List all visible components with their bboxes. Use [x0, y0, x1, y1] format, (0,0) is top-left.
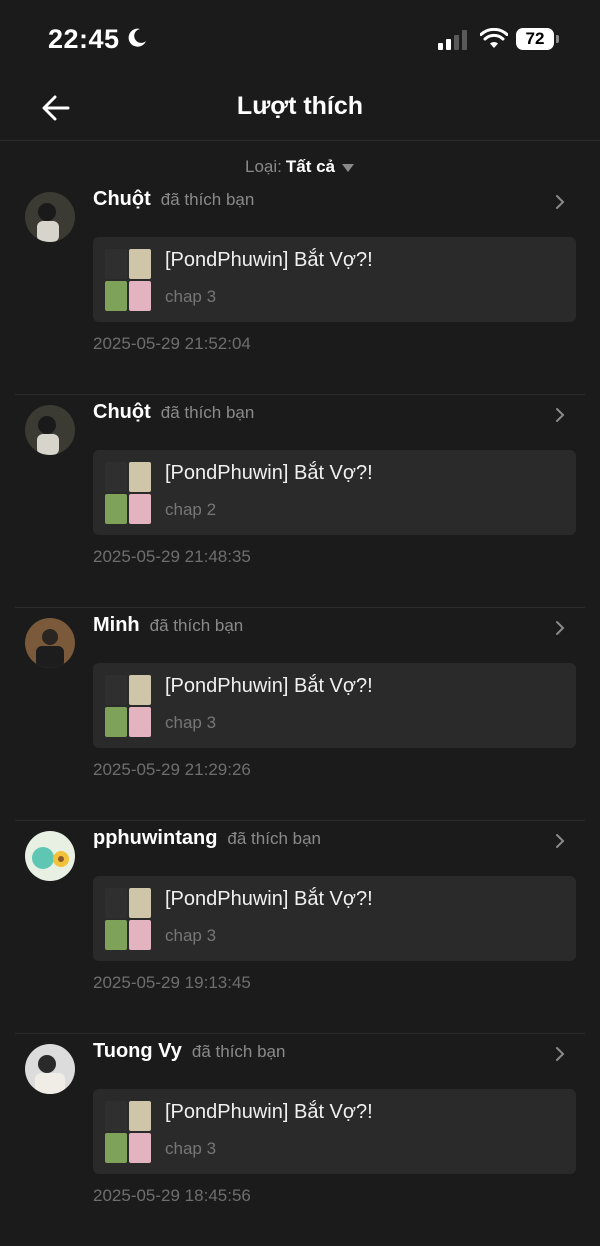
- chevron-right-icon[interactable]: [555, 1046, 565, 1067]
- cellular-signal-icon: [438, 30, 470, 50]
- likes-list: Chuột đã thích bạn [PondPhuwin] Bắt Vợ?! …: [0, 182, 600, 1246]
- wifi-icon: [479, 27, 509, 55]
- chevron-right-icon[interactable]: [555, 194, 565, 215]
- filter-selector[interactable]: Loại: Tất cả: [0, 157, 600, 178]
- story-title: [PondPhuwin] Bắt Vợ?!: [165, 675, 373, 697]
- user-name-row: Chuột đã thích bạn: [93, 188, 254, 211]
- timestamp: 2025-05-29 19:13:45: [93, 973, 251, 992]
- chapter-label: chap 3: [165, 287, 217, 306]
- action-text: đã thích bạn: [149, 616, 244, 635]
- timestamp: 2025-05-29 21:52:04: [93, 334, 251, 353]
- chevron-right-icon[interactable]: [555, 833, 565, 854]
- chapter-label: chap 3: [165, 1139, 217, 1158]
- action-text: đã thích bạn: [191, 1042, 286, 1061]
- user-name-row: Chuột đã thích bạn: [93, 401, 254, 424]
- user-name[interactable]: pphuwintang: [93, 827, 217, 849]
- story-card[interactable]: [PondPhuwin] Bắt Vợ?! chap 3: [93, 1089, 576, 1174]
- user-name[interactable]: Chuột: [93, 188, 151, 210]
- timestamp: 2025-05-29 18:45:56: [93, 1186, 251, 1205]
- moon-icon: [126, 27, 148, 54]
- chevron-right-icon[interactable]: [555, 407, 565, 428]
- story-title: [PondPhuwin] Bắt Vợ?!: [165, 1101, 373, 1123]
- avatar[interactable]: [25, 1044, 75, 1094]
- list-item[interactable]: Minh đã thích bạn [PondPhuwin] Bắt Vợ?! c…: [15, 608, 585, 821]
- battery-indicator: 72: [516, 28, 554, 50]
- action-text: đã thích bạn: [227, 829, 321, 848]
- user-name-row: Minh đã thích bạn: [93, 614, 243, 637]
- list-item[interactable]: Tuong Vy đã thích bạn [PondPhuwin] Bắt Vợ…: [15, 1034, 585, 1246]
- story-card[interactable]: [PondPhuwin] Bắt Vợ?! chap 3: [93, 876, 576, 961]
- user-name-row: Tuong Vy đã thích bạn: [93, 1040, 285, 1063]
- filter-label: Loại:: [244, 157, 282, 176]
- page-title: Lượt thích: [236, 92, 364, 120]
- avatar[interactable]: [25, 831, 75, 881]
- timestamp: 2025-05-29 21:48:35: [93, 547, 251, 566]
- user-name-row: pphuwintang đã thích bạn: [93, 827, 321, 850]
- timestamp: 2025-05-29 21:29:26: [93, 760, 251, 779]
- list-item[interactable]: Chuột đã thích bạn [PondPhuwin] Bắt Vợ?! …: [15, 395, 585, 608]
- story-thumbnail: [105, 462, 151, 524]
- story-card[interactable]: [PondPhuwin] Bắt Vợ?! chap 3: [93, 237, 576, 322]
- avatar[interactable]: [25, 618, 75, 668]
- user-name[interactable]: Minh: [93, 614, 140, 636]
- chapter-label: chap 3: [165, 926, 217, 945]
- status-bar: 22:45 72: [0, 0, 600, 80]
- list-item[interactable]: pphuwintang đã thích bạn [PondPhuwin] Bắt…: [15, 821, 585, 1034]
- list-item[interactable]: Chuột đã thích bạn [PondPhuwin] Bắt Vợ?! …: [15, 182, 585, 395]
- story-thumbnail: [105, 249, 151, 311]
- avatar[interactable]: [25, 405, 75, 455]
- action-text: đã thích bạn: [160, 403, 255, 422]
- story-thumbnail: [105, 1101, 151, 1163]
- story-title: [PondPhuwin] Bắt Vợ?!: [165, 249, 373, 271]
- caret-down-icon: [341, 158, 355, 178]
- story-title: [PondPhuwin] Bắt Vợ?!: [165, 462, 373, 484]
- chapter-label: chap 3: [165, 713, 217, 732]
- story-card[interactable]: [PondPhuwin] Bắt Vợ?! chap 3: [93, 663, 576, 748]
- user-name[interactable]: Tuong Vy: [93, 1040, 182, 1062]
- nav-bar: Lượt thích: [0, 80, 600, 141]
- filter-value: Tất cả: [285, 157, 335, 176]
- status-time: 22:45: [48, 24, 120, 54]
- story-thumbnail: [105, 675, 151, 737]
- story-title: [PondPhuwin] Bắt Vợ?!: [165, 888, 373, 910]
- chevron-right-icon[interactable]: [555, 620, 565, 641]
- chapter-label: chap 2: [165, 500, 217, 519]
- battery-nub: [556, 35, 559, 43]
- user-name[interactable]: Chuột: [93, 401, 151, 423]
- avatar[interactable]: [25, 192, 75, 242]
- story-card[interactable]: [PondPhuwin] Bắt Vợ?! chap 2: [93, 450, 576, 535]
- story-thumbnail: [105, 888, 151, 950]
- action-text: đã thích bạn: [160, 190, 255, 209]
